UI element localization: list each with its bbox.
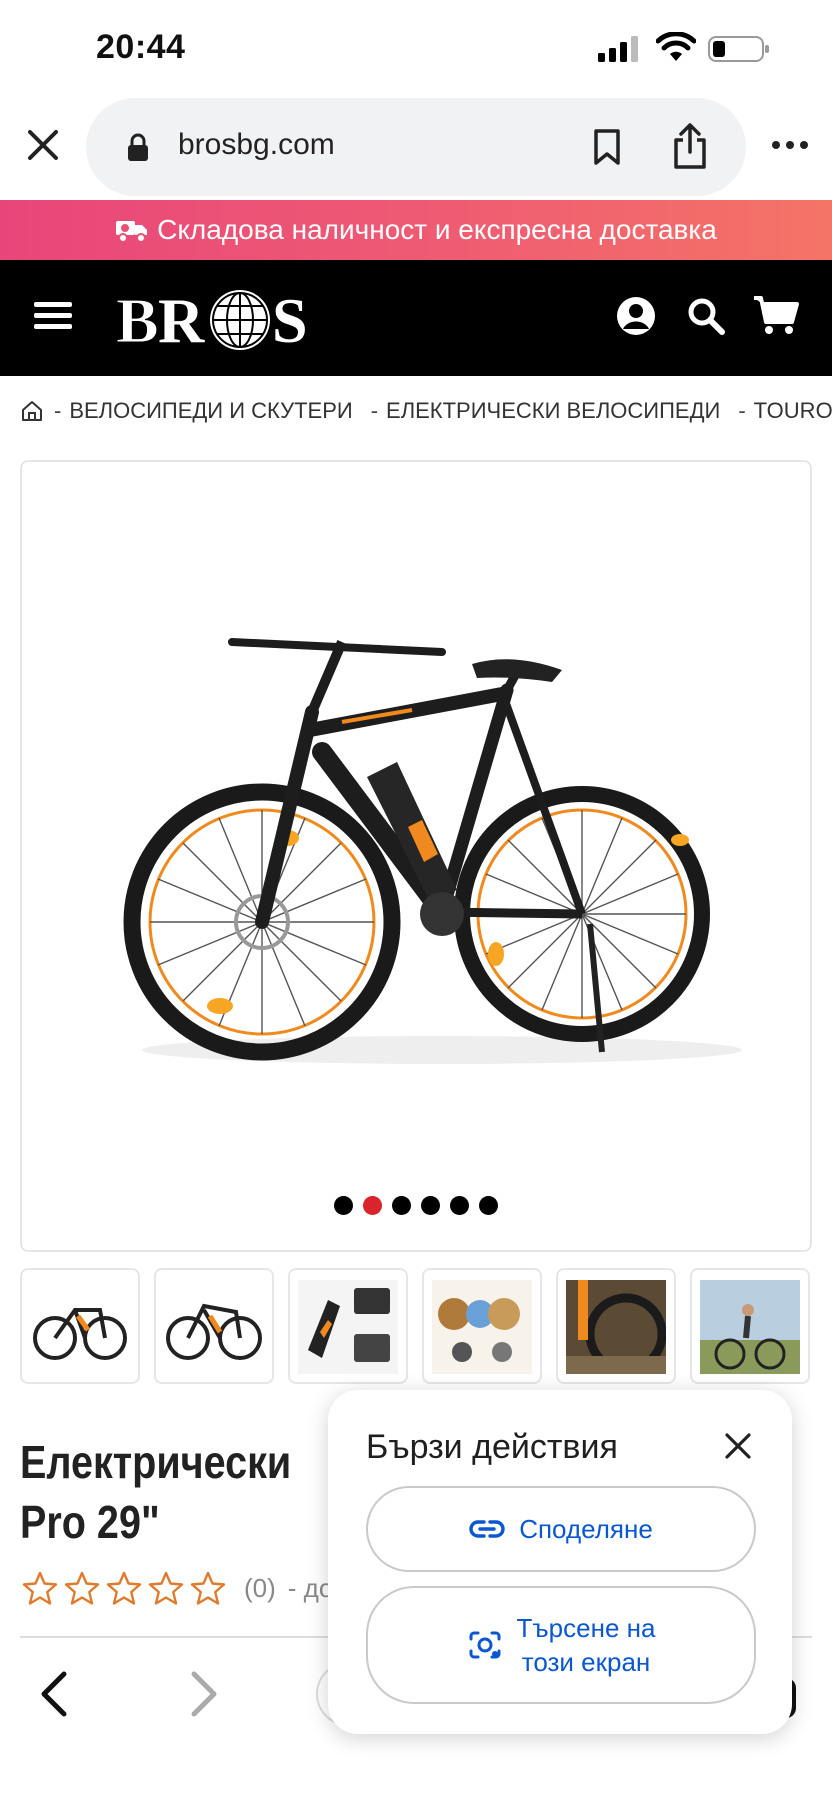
star-empty-icon [64, 1571, 100, 1605]
user-account-icon[interactable] [616, 296, 656, 336]
share-button[interactable]: Споделяне [366, 1486, 756, 1572]
search-screen-button[interactable]: Търсене на този екран [366, 1586, 756, 1704]
svg-text:R: R [158, 285, 205, 354]
product-rating[interactable]: (0) - до [22, 1568, 333, 1608]
svg-text:S: S [272, 285, 308, 354]
url-text: brosbg.com [178, 128, 335, 161]
status-bar: 20:44 [0, 0, 832, 98]
slide-dot-5[interactable] [450, 1196, 469, 1215]
thumbnail-bike-front-view[interactable] [154, 1268, 274, 1384]
star-empty-icon [22, 1571, 58, 1605]
bros-logo[interactable]: B R S [114, 284, 324, 355]
quick-actions-popup: Бързи действия Споделяне Търсене на този… [328, 1390, 792, 1734]
breadcrumb-item-electric-bikes[interactable]: ЕЛЕКТРИЧЕСКИ ВЕЛОСИПЕДИ [386, 398, 720, 424]
search-icon[interactable] [686, 296, 726, 336]
bookmark-icon[interactable] [592, 128, 622, 166]
thumbnail-bike-side-view[interactable] [20, 1268, 140, 1384]
lens-search-icon [469, 1631, 501, 1659]
link-icon [469, 1520, 505, 1538]
slide-dot-6[interactable] [479, 1196, 498, 1215]
cellular-signal-icon [598, 36, 638, 62]
breadcrumb: - ВЕЛОСИПЕДИ И СКУТЕРИ - ЕЛЕКТРИЧЕСКИ ВЕ… [20, 392, 832, 430]
star-empty-icon [190, 1571, 226, 1605]
close-icon[interactable] [722, 1430, 754, 1462]
search-screen-label-line1: Търсене на [516, 1613, 656, 1643]
thumbnail-motor-gears[interactable] [422, 1268, 542, 1384]
search-screen-label-line2: този екран [521, 1647, 651, 1677]
wifi-icon [656, 32, 696, 61]
breadcrumb-separator: - [738, 398, 746, 423]
slide-dot-3[interactable] [392, 1196, 411, 1215]
promo-text: Складова наличност и експресна доставка [157, 214, 717, 245]
breadcrumb-separator: - [370, 398, 379, 423]
breadcrumb-item-touroll[interactable]: TOUROLL [754, 398, 832, 424]
product-image-electric-bike[interactable] [112, 602, 762, 1082]
forward-arrow-icon[interactable] [188, 1670, 222, 1718]
battery-icon [708, 36, 769, 62]
back-arrow-icon[interactable] [36, 1670, 70, 1718]
site-header: B R S [0, 260, 832, 376]
more-options-icon[interactable] [770, 138, 810, 152]
svg-text:B: B [116, 285, 159, 354]
browser-toolbar: brosbg.com [0, 98, 832, 200]
slide-dot-2-active[interactable] [363, 1196, 382, 1215]
rating-suffix: - до [287, 1572, 334, 1603]
share-button-label: Споделяне [519, 1513, 653, 1544]
breadcrumb-separator: - [54, 398, 62, 423]
address-bar[interactable]: brosbg.com [86, 98, 746, 196]
thumbnail-rider-outdoor[interactable] [690, 1268, 810, 1384]
share-icon[interactable] [670, 122, 710, 170]
rating-count: (0) [244, 1572, 276, 1603]
shopping-cart-icon[interactable] [752, 294, 800, 336]
star-empty-icon [148, 1571, 184, 1605]
thumbnail-wheel-closeup[interactable] [556, 1268, 676, 1384]
menu-icon[interactable] [34, 300, 72, 332]
close-icon[interactable] [22, 124, 64, 166]
status-time: 20:44 [96, 28, 186, 66]
delivery-truck-icon [116, 221, 148, 243]
lock-icon [128, 133, 148, 161]
product-gallery[interactable] [20, 460, 812, 1252]
breadcrumb-item-bikes-scooters[interactable]: ВЕЛОСИПЕДИ И СКУТЕРИ [69, 398, 352, 424]
slide-dot-4[interactable] [421, 1196, 440, 1215]
thumbnail-strip [20, 1268, 812, 1384]
slide-dot-1[interactable] [334, 1196, 353, 1215]
promo-banner[interactable]: Складова наличност и експресна доставка [0, 200, 832, 260]
star-empty-icon [106, 1571, 142, 1605]
thumbnail-battery-detail[interactable] [288, 1268, 408, 1384]
home-icon[interactable] [20, 399, 44, 423]
popup-title: Бързи действия [366, 1428, 618, 1466]
slide-indicator [22, 1196, 810, 1215]
